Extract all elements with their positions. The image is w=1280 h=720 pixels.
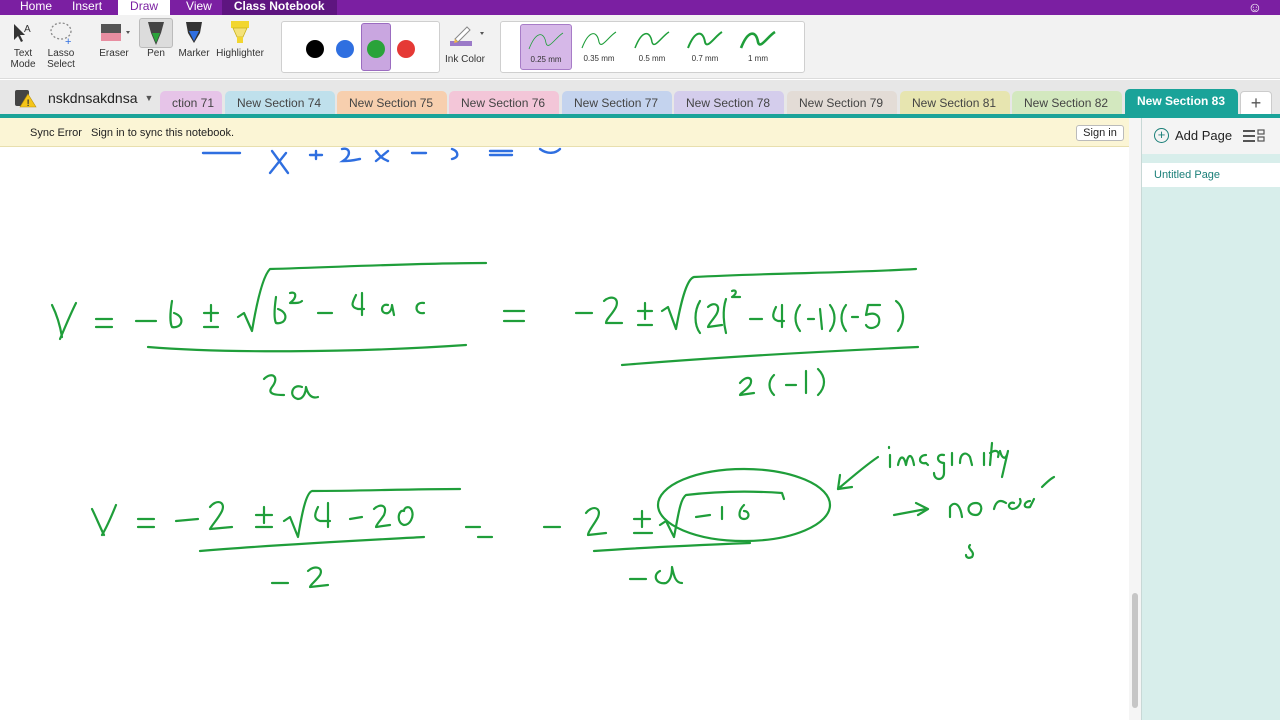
- section-tab-83[interactable]: New Section 83: [1125, 89, 1238, 115]
- svg-text:!: !: [27, 98, 30, 108]
- thickness-option-4[interactable]: 1 mm: [732, 24, 784, 70]
- sync-error-title: Sync Error: [30, 127, 82, 139]
- thickness-option-2[interactable]: 0.5 mm: [626, 24, 678, 70]
- menu-draw[interactable]: Draw: [118, 0, 171, 15]
- eraser-button[interactable]: Eraser: [96, 18, 132, 59]
- svg-text:A: A: [24, 24, 31, 35]
- section-tab-79[interactable]: New Section 79: [787, 91, 897, 115]
- text-mode-icon: A: [14, 24, 31, 42]
- chevron-down-icon: ▼: [144, 93, 154, 103]
- ink-stroke-green: [50, 261, 1056, 589]
- add-section-button[interactable]: +: [1240, 91, 1272, 115]
- menu-view[interactable]: View: [176, 0, 222, 15]
- section-tab-76[interactable]: New Section 76: [449, 91, 559, 115]
- thickness-option-3[interactable]: 0.7 mm: [679, 24, 731, 70]
- ink-color-button[interactable]: Ink Color: [442, 23, 488, 65]
- notebook-name: nskdnsakdnsa: [48, 90, 138, 106]
- lasso-select-label: Lasso Select: [47, 48, 75, 70]
- thickness-label: 0.5 mm: [638, 54, 666, 63]
- section-tab-75[interactable]: New Section 75: [337, 91, 447, 115]
- section-tab-81[interactable]: New Section 81: [900, 91, 1010, 115]
- ink-color-palette: [281, 21, 440, 73]
- svg-text:+: +: [65, 36, 71, 46]
- scrollbar-thumb[interactable]: [1132, 593, 1138, 708]
- text-mode-label: Text Mode: [10, 48, 36, 70]
- notebook-warning-icon: !: [14, 88, 38, 108]
- eraser-icon: [101, 24, 130, 41]
- add-page-label: Add Page: [1175, 128, 1233, 143]
- ink-color-label: Ink Color: [444, 54, 485, 65]
- highlighter-button[interactable]: Highlighter: [214, 18, 266, 59]
- pen-icon: [148, 22, 164, 45]
- sign-in-button[interactable]: Sign in: [1076, 125, 1124, 141]
- section-tab-74[interactable]: New Section 74: [225, 91, 335, 115]
- thickness-label: 0.25 mm: [530, 55, 562, 64]
- stroke-sample-icon: [581, 31, 617, 49]
- page-canvas[interactable]: [0, 147, 1129, 720]
- smiley-feedback-icon[interactable]: ☺: [1248, 0, 1262, 15]
- marker-label: Marker: [178, 48, 210, 59]
- eraser-label: Eraser: [99, 48, 129, 59]
- page-sort-icon[interactable]: [1243, 129, 1265, 143]
- color-swatch-blue[interactable]: [336, 40, 354, 58]
- thickness-label: 0.35 mm: [583, 54, 615, 63]
- ink-color-pencil-icon: [450, 26, 484, 46]
- sync-error-message: Sign in to sync this notebook.: [91, 127, 235, 139]
- stroke-sample-icon: [687, 31, 723, 49]
- section-tab-82[interactable]: New Section 82: [1012, 91, 1122, 115]
- section-tab-71[interactable]: ction 71: [160, 91, 222, 115]
- add-page-plus-icon: +: [1154, 128, 1169, 143]
- thickness-option-0[interactable]: 0.25 mm: [520, 24, 572, 70]
- menu-class-notebook[interactable]: Class Notebook: [221, 0, 337, 15]
- pen-button[interactable]: Pen: [139, 18, 173, 59]
- marker-icon: [186, 22, 202, 43]
- color-swatch-red[interactable]: [397, 40, 415, 58]
- stroke-sample-icon: [528, 32, 564, 50]
- handwritten-ink: [50, 147, 1056, 589]
- highlighter-icon: [231, 21, 249, 43]
- pages-pane-header: + Add Page: [1142, 118, 1280, 154]
- page-item[interactable]: Untitled Page: [1142, 163, 1280, 187]
- stroke-sample-icon: [739, 30, 776, 49]
- section-tab-78[interactable]: New Section 78: [674, 91, 784, 115]
- lasso-icon: +: [50, 22, 72, 46]
- menu-bar: Home Insert Draw View Class Notebook ☺: [0, 0, 1280, 15]
- ink-stroke-blue: [201, 147, 562, 175]
- thickness-option-1[interactable]: 0.35 mm: [573, 24, 625, 70]
- stroke-sample-icon: [634, 31, 670, 49]
- marker-button[interactable]: Marker: [177, 18, 211, 59]
- vertical-scrollbar[interactable]: [1129, 118, 1141, 720]
- section-tab-bar: ! nskdnsakdnsa ▼ ction 71 New Section 74…: [0, 80, 1280, 115]
- color-swatch-green[interactable]: [367, 40, 385, 58]
- notebook-picker[interactable]: ! nskdnsakdnsa ▼: [14, 88, 153, 108]
- text-mode-button[interactable]: A Text Mode: [8, 18, 38, 70]
- draw-ribbon: A Text Mode + Lasso Select Eraser Pen Ma…: [0, 15, 1280, 79]
- menu-insert[interactable]: Insert: [62, 0, 112, 15]
- menu-home[interactable]: Home: [0, 0, 62, 15]
- color-swatch-black[interactable]: [306, 40, 324, 58]
- thickness-label: 0.7 mm: [691, 54, 719, 63]
- pen-thickness-picker: 0.25 mm 0.35 mm 0.5 mm 0.7 mm 1 mm: [500, 21, 805, 73]
- sync-error-bar: Sync Error Sign in to sync this notebook…: [0, 118, 1141, 147]
- highlighter-label: Highlighter: [216, 48, 264, 59]
- section-tab-77[interactable]: New Section 77: [562, 91, 672, 115]
- plus-icon: +: [1250, 93, 1262, 113]
- lasso-select-button[interactable]: + Lasso Select: [44, 18, 78, 70]
- thickness-label: 1 mm: [748, 54, 768, 63]
- add-page-button[interactable]: + Add Page: [1154, 128, 1232, 143]
- pen-label: Pen: [147, 48, 165, 59]
- pages-pane: + Add Page Untitled Page: [1141, 118, 1280, 720]
